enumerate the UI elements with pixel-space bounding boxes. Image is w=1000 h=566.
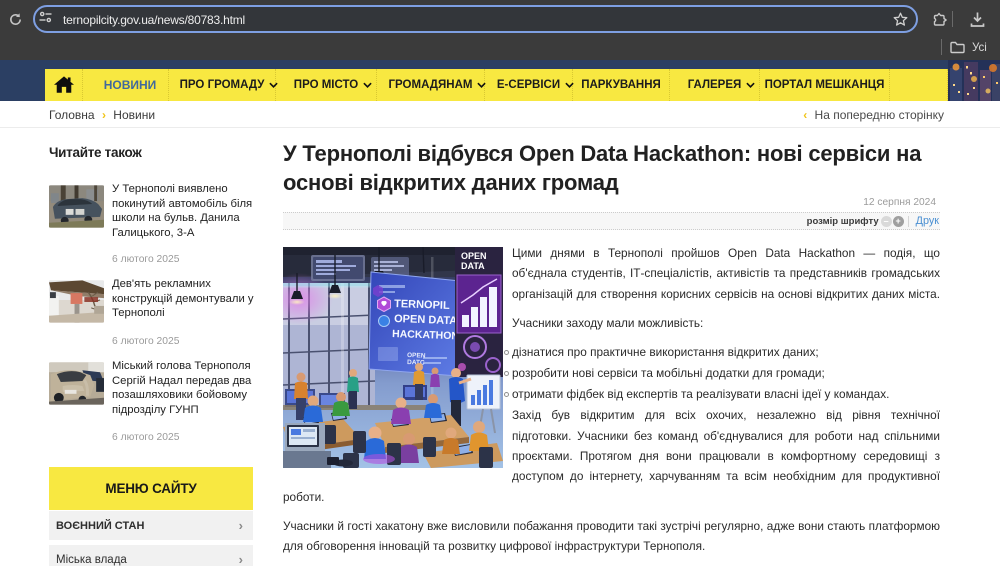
svg-text:OPEN: OPEN bbox=[461, 251, 487, 261]
svg-text:HACKATHON: HACKATHON bbox=[392, 328, 459, 342]
svg-text:DATA: DATA bbox=[461, 261, 485, 271]
svg-text:OPEN DATA: OPEN DATA bbox=[394, 313, 458, 327]
svg-text:TERNOPIL: TERNOPIL bbox=[394, 298, 450, 312]
